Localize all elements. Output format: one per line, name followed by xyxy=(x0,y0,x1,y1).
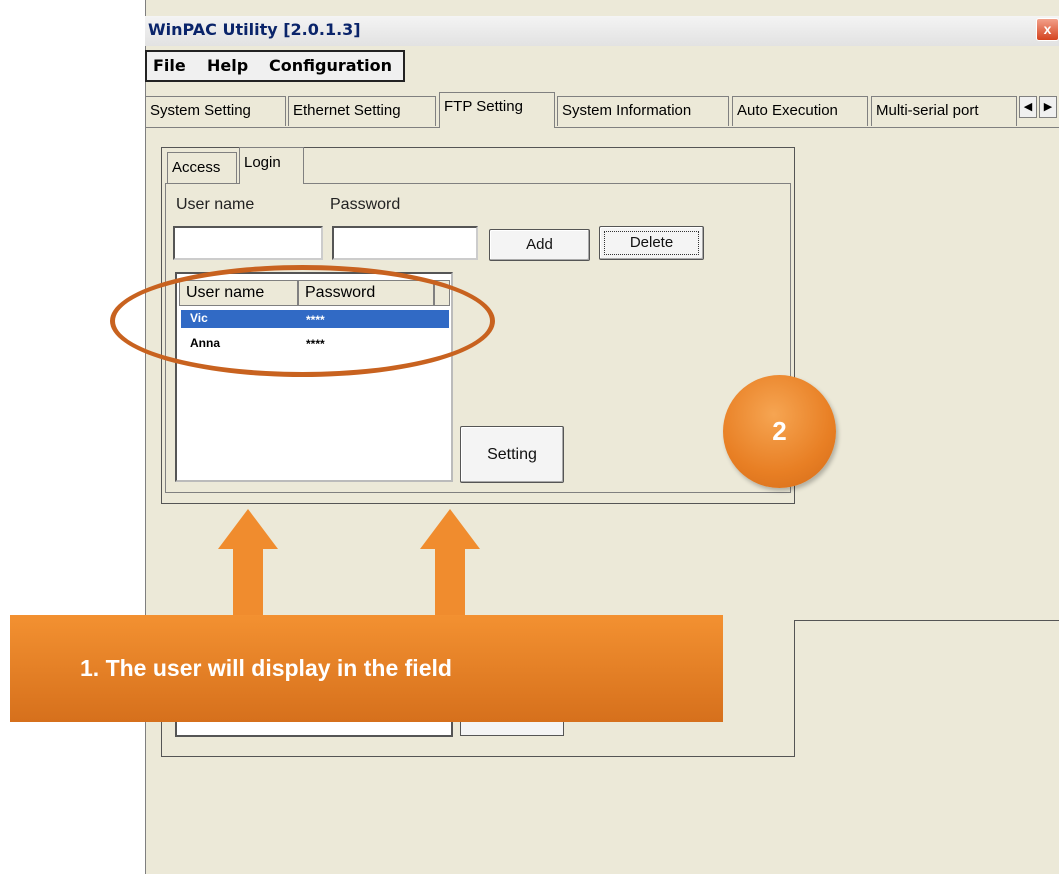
password-label: Password xyxy=(330,196,401,213)
arrow-up-stem xyxy=(233,548,263,618)
tab-scroll-left-icon[interactable]: ◀ xyxy=(1019,96,1037,118)
tab-login[interactable]: Login xyxy=(239,147,304,184)
add-button[interactable]: Add xyxy=(489,229,590,261)
tab-auto-execution[interactable]: Auto Execution xyxy=(732,96,868,126)
arrow-up-stem xyxy=(435,548,465,618)
menu-configuration[interactable]: Configuration xyxy=(269,56,392,75)
step-2-marker: 2 xyxy=(723,375,836,488)
annotation-banner: 1. The user will display in the field xyxy=(10,615,723,722)
tab-ftp-setting[interactable]: FTP Setting xyxy=(439,92,555,128)
username-label: User name xyxy=(176,196,255,213)
password-input[interactable] xyxy=(332,226,478,260)
delete-button[interactable]: Delete xyxy=(599,226,704,260)
tab-ethernet-setting[interactable]: Ethernet Setting xyxy=(288,96,436,126)
username-input[interactable] xyxy=(173,226,323,260)
tab-strip-border xyxy=(145,127,1059,128)
tab-system-setting[interactable]: System Setting xyxy=(145,96,286,126)
close-button[interactable]: x xyxy=(1036,18,1059,41)
divider xyxy=(795,620,1059,621)
arrow-up-icon xyxy=(420,509,480,549)
tab-scroll-right-icon[interactable]: ▶ xyxy=(1039,96,1057,118)
menu-file[interactable]: File xyxy=(153,56,186,75)
arrow-up-icon xyxy=(218,509,278,549)
window-title: WinPAC Utility [2.0.1.3] xyxy=(148,20,361,39)
setting-button[interactable]: Setting xyxy=(460,426,564,483)
tab-multi-serial-port[interactable]: Multi-serial port xyxy=(871,96,1017,126)
highlight-ellipse xyxy=(110,265,495,377)
tab-system-information[interactable]: System Information xyxy=(557,96,729,126)
tab-access[interactable]: Access xyxy=(167,152,237,183)
menu-help[interactable]: Help xyxy=(207,56,248,75)
